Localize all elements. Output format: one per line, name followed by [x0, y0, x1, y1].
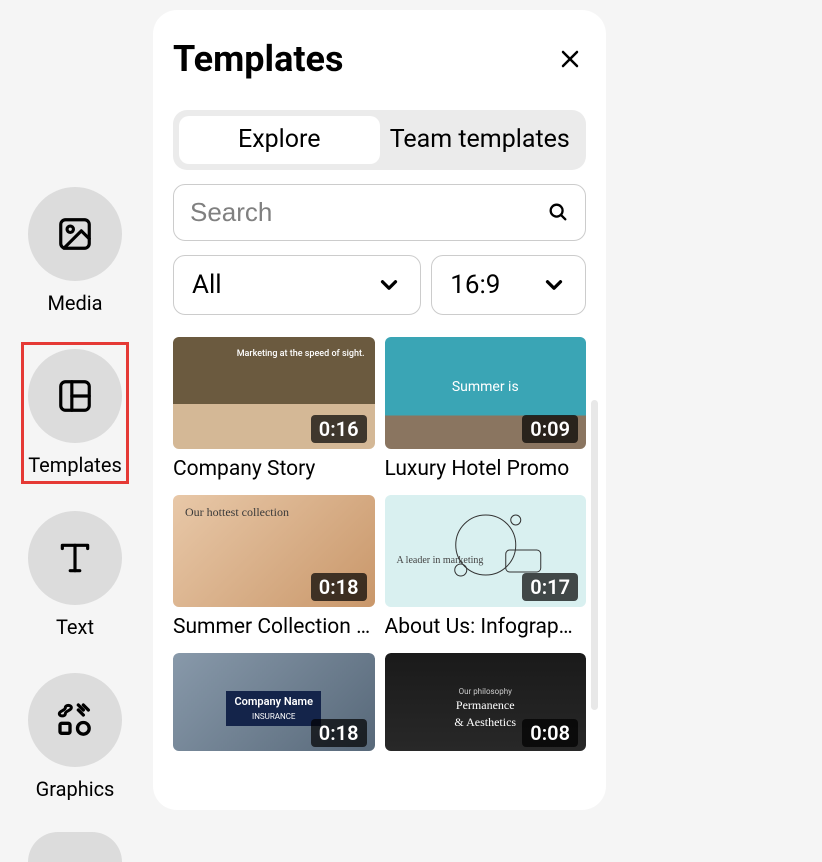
panel-title: Templates [173, 38, 343, 80]
templates-panel: Templates Explore Team templates All 16:… [153, 10, 606, 810]
template-thumbnail: Marketing at the speed of sight. 0:16 [173, 337, 375, 449]
template-thumbnail: Summer is 0:09 [385, 337, 587, 449]
template-title: About Us: Infograp… [385, 615, 587, 639]
template-thumbnail: A leader in marketing 0:17 [385, 495, 587, 607]
template-title: Summer Collection … [173, 615, 375, 639]
template-card[interactable]: Our hottest collection 0:18 Summer Colle… [173, 495, 375, 639]
templates-grid: Marketing at the speed of sight. 0:16 Co… [173, 337, 586, 751]
template-thumbnail: Our hottest collection 0:18 [173, 495, 375, 607]
search-input[interactable] [190, 197, 547, 228]
thumb-overlay-text: Summer is [452, 379, 519, 395]
duration-badge: 0:08 [522, 719, 578, 747]
close-button[interactable] [554, 43, 586, 75]
thumb-overlay-text: Marketing at the speed of sight. [237, 349, 365, 359]
sidebar-item-label: Graphics [36, 777, 115, 801]
thumb-overlay-text: Company Name INSURANCE [226, 691, 321, 725]
text-icon [28, 511, 122, 605]
tabs: Explore Team templates [173, 110, 586, 170]
sidebar-item-partial[interactable] [28, 832, 122, 862]
media-icon [28, 187, 122, 281]
template-card[interactable]: Company Name INSURANCE 0:18 [173, 653, 375, 751]
tab-team-templates[interactable]: Team templates [380, 116, 581, 164]
sidebar-item-text[interactable]: Text [21, 504, 129, 646]
filters: All 16:9 [173, 255, 586, 315]
thumb-overlay-text: A leader in marketing [397, 555, 484, 566]
template-card[interactable]: Our philosophy Permanence & Aesthetics 0… [385, 653, 587, 751]
duration-badge: 0:17 [522, 573, 578, 601]
template-thumbnail: Our philosophy Permanence & Aesthetics 0… [385, 653, 587, 751]
sidebar-item-graphics[interactable]: Graphics [21, 666, 129, 808]
scrollbar[interactable] [591, 400, 598, 710]
thumb-overlay-text: Our hottest collection [185, 505, 289, 520]
tab-explore[interactable]: Explore [179, 116, 380, 164]
search-box[interactable] [173, 184, 586, 241]
sidebar-item-label: Media [47, 291, 102, 315]
filter-category-label: All [192, 270, 222, 300]
duration-badge: 0:18 [311, 573, 367, 601]
thumb-overlay-text: Our philosophy [459, 687, 512, 696]
template-card[interactable]: Marketing at the speed of sight. 0:16 Co… [173, 337, 375, 481]
duration-badge: 0:18 [311, 719, 367, 747]
template-card[interactable]: Summer is 0:09 Luxury Hotel Promo [385, 337, 587, 481]
filter-aspect[interactable]: 16:9 [431, 255, 586, 315]
thumb-overlay-text: & Aesthetics [454, 715, 516, 730]
sidebar-item-templates[interactable]: Templates [21, 342, 129, 484]
template-thumbnail: Company Name INSURANCE 0:18 [173, 653, 375, 751]
templates-icon [28, 349, 122, 443]
template-title: Company Story [173, 457, 375, 481]
chevron-down-icon [376, 272, 402, 298]
panel-header: Templates [173, 38, 586, 80]
search-icon [547, 201, 569, 223]
sidebar-item-label: Text [56, 615, 94, 639]
template-title: Luxury Hotel Promo [385, 457, 587, 481]
duration-badge: 0:16 [311, 415, 367, 443]
sidebar-item-label: Templates [28, 453, 122, 477]
chevron-down-icon [541, 272, 567, 298]
sidebar-item-media[interactable]: Media [21, 180, 129, 322]
filter-aspect-label: 16:9 [450, 270, 500, 300]
duration-badge: 0:09 [522, 415, 578, 443]
graphics-icon [28, 673, 122, 767]
template-card[interactable]: A leader in marketing 0:17 About Us: Inf… [385, 495, 587, 639]
filter-category[interactable]: All [173, 255, 421, 315]
sidebar: Media Templates Text Graphics [0, 180, 150, 862]
thumb-overlay-text: Permanence [456, 698, 515, 713]
